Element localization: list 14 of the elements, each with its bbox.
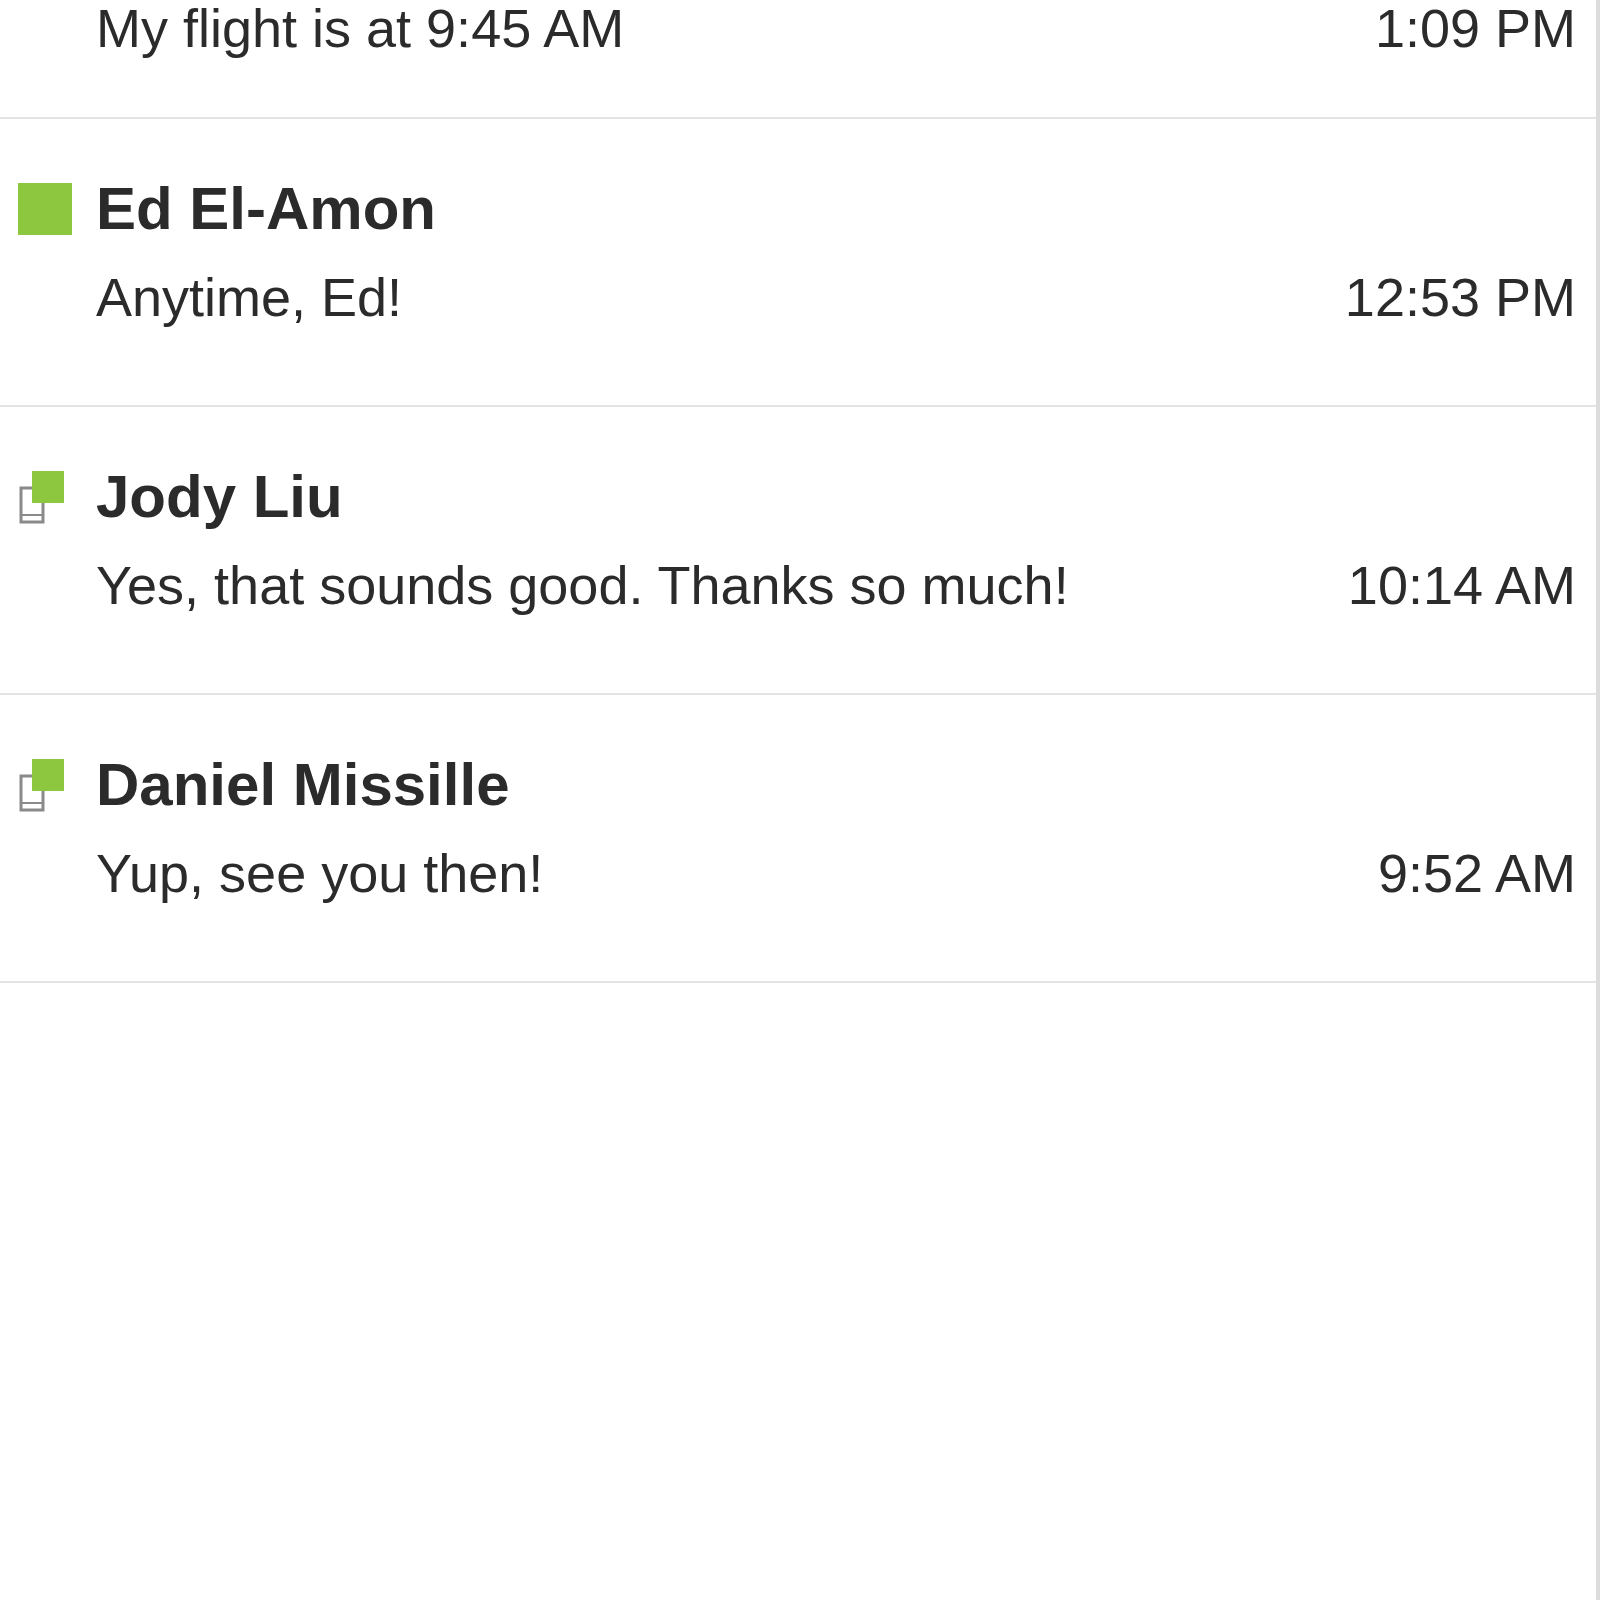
message-preview: Yes, that sounds good. Thanks so much! bbox=[96, 553, 1069, 617]
message-preview: My flight is at 9:45 AM bbox=[96, 0, 625, 60]
mobile-presence-icon bbox=[18, 471, 66, 525]
message-time: 10:14 AM bbox=[1347, 553, 1576, 617]
message-time: 1:09 PM bbox=[1374, 0, 1576, 60]
message-time: 9:52 AM bbox=[1377, 841, 1576, 905]
contact-name: Ed El-Amon bbox=[96, 174, 437, 244]
contact-name: Daniel Missille bbox=[96, 750, 511, 820]
message-preview: Yup, see you then! bbox=[96, 841, 544, 905]
message-time: 12:53 PM bbox=[1344, 265, 1576, 329]
message-preview: Anytime, Ed! bbox=[96, 265, 403, 329]
mobile-presence-icon bbox=[18, 759, 66, 813]
presence-square-icon bbox=[18, 183, 72, 235]
contact-name: Jody Liu bbox=[96, 462, 344, 532]
